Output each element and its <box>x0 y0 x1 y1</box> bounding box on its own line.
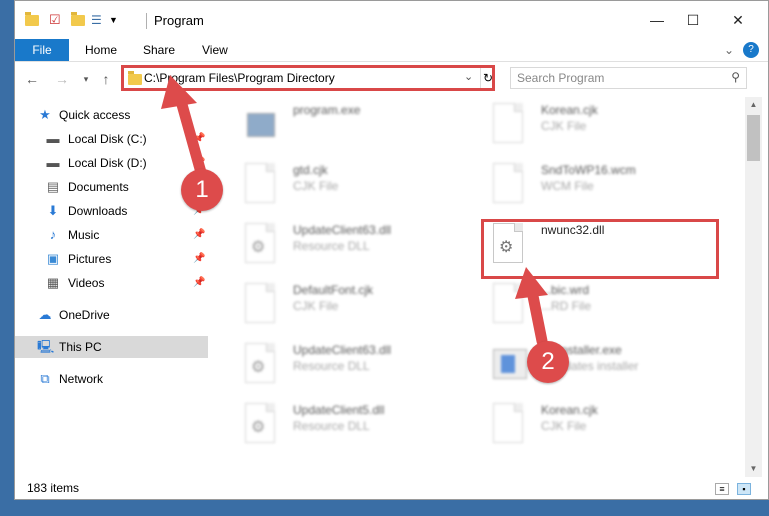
step-marker-2: 2 <box>527 341 569 383</box>
step-marker-1: 1 <box>181 169 223 211</box>
explorer-window: ☑ ☰ ▼ Program — ☐ ✕ File Home Share View… <box>14 0 769 500</box>
annotation-arrows <box>161 75 548 347</box>
